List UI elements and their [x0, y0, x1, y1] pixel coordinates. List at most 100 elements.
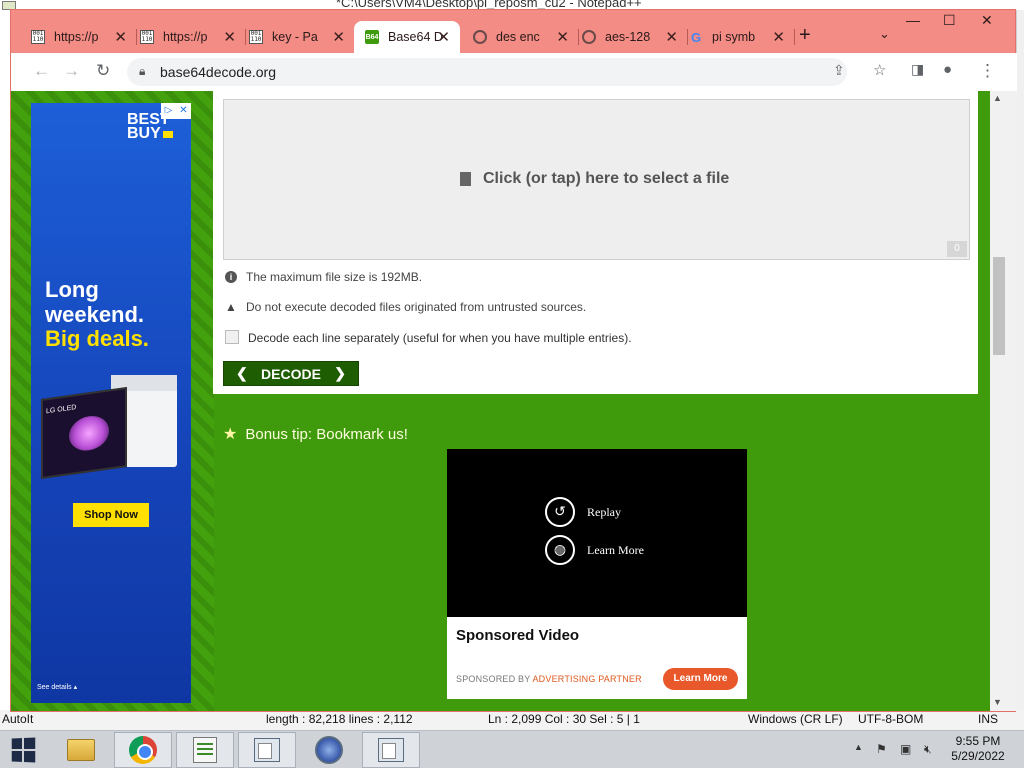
action-center-flag-icon[interactable]: ⚑ [876, 742, 887, 756]
taskbar-autoit[interactable] [300, 732, 358, 768]
globe-icon [582, 30, 596, 44]
tab-label: des enc [496, 30, 540, 44]
bestbuy-banner-ad[interactable]: ▷ ✕ BEST BUY Long weekend. Big deals. LG… [31, 103, 191, 703]
share-icon[interactable]: ⇪ [833, 62, 845, 79]
taskbar-clock[interactable]: 9:55 PM 5/29/2022 [938, 734, 1018, 764]
decode-button[interactable]: ❮ DECODE ❯ [223, 361, 359, 386]
tv-brand: LG OLED [46, 404, 77, 416]
chevron-down-icon[interactable]: ⌄ [879, 26, 890, 42]
replay-control[interactable]: ↺ Replay [545, 497, 621, 527]
bookmark-star-icon[interactable]: ☆ [873, 61, 886, 79]
bestbuy-logo: BEST BUY [127, 112, 191, 142]
bonus-tip: ★ Bonus tip: Bookmark us! [223, 425, 408, 444]
file-dropzone[interactable]: Click (or tap) here to select a file 0 [223, 99, 970, 260]
lock-icon[interactable]: 🔒︎ [139, 64, 145, 79]
dropzone-label-row[interactable]: Click (or tap) here to select a file [460, 170, 729, 188]
autoit-icon [315, 736, 343, 764]
shop-now-button[interactable]: Shop Now [73, 503, 149, 527]
notepad-icon [378, 738, 404, 762]
doc-icon: 001 110 [249, 30, 263, 44]
side-panel-icon[interactable]: ◨ [911, 61, 924, 78]
file-count-badge: 0 [947, 241, 967, 257]
taskbar-notepad-1[interactable] [238, 732, 296, 768]
close-tab-icon[interactable]: ✕ [772, 28, 785, 46]
chevron-right-icon: ❯ [334, 365, 346, 381]
maximize-button[interactable]: ☐ [943, 12, 956, 29]
ad-headline-2: weekend. [45, 302, 145, 327]
page-viewport: ▷ ✕ BEST BUY Long weekend. Big deals. LG… [11, 91, 1017, 711]
notepad-icon [254, 738, 280, 762]
close-tab-icon[interactable]: ✕ [556, 28, 569, 46]
learn-more-button[interactable]: Learn More [663, 668, 738, 690]
chrome-icon [129, 736, 157, 764]
tab-https-1[interactable]: 001 110 https://p ✕ [31, 21, 137, 53]
scrollbar-thumb[interactable] [993, 257, 1005, 355]
browser-toolbar: ← → ↻ 🔒︎ base64decode.org ⇪ ☆ ◨ ● ⋮ [11, 53, 1017, 91]
partner-name[interactable]: ADVERTISING PARTNER [532, 674, 641, 684]
status-insert-mode: INS [978, 712, 999, 726]
network-icon[interactable]: ▣ [900, 742, 911, 756]
menu-kebab-icon[interactable]: ⋮ [979, 61, 996, 81]
close-tab-icon[interactable]: ✕ [223, 28, 236, 46]
learn-more-control[interactable]: ◍ Learn More [545, 535, 644, 565]
tab-https-2[interactable]: 001 110 https://p ✕ [140, 21, 246, 53]
scroll-down-icon[interactable]: ▼ [993, 697, 1002, 707]
see-details-link[interactable]: See details ▴ [37, 683, 77, 691]
tab-aes[interactable]: aes-128 ✕ [582, 21, 688, 53]
tab-base64-active[interactable]: B64 Base64 D ✕ [354, 21, 460, 53]
back-arrow-icon[interactable]: ← [33, 61, 50, 81]
decode-form-panel: Click (or tap) here to select a file 0 i… [213, 91, 978, 394]
tab-des[interactable]: des enc ✕ [473, 21, 579, 53]
close-window-button[interactable]: ✕ [981, 12, 993, 29]
tab-separator [687, 29, 688, 45]
tab-label: https://p [163, 30, 208, 44]
close-tab-icon[interactable]: ✕ [332, 28, 345, 46]
page-scrollbar[interactable]: ▲ ▼ [990, 91, 1017, 711]
tab-key[interactable]: 001 110 key - Pa ✕ [249, 21, 355, 53]
globe-icon [473, 30, 487, 44]
taskbar-file-explorer[interactable] [52, 732, 110, 768]
notepad-scrollbar[interactable] [1016, 10, 1024, 710]
tab-label: Base64 D [388, 30, 443, 44]
clock-time: 9:55 PM [955, 734, 1001, 748]
video-screen[interactable]: ↺ Replay ◍ Learn More [447, 449, 747, 617]
close-tab-icon[interactable]: ✕ [437, 28, 450, 46]
info-icon: i [225, 271, 237, 283]
forward-arrow-icon[interactable]: → [63, 61, 80, 81]
close-tab-icon[interactable]: ✕ [114, 28, 127, 46]
scroll-up-icon[interactable]: ▲ [993, 93, 1002, 103]
taskbar-notepad-2[interactable] [362, 732, 420, 768]
tab-separator [136, 29, 137, 45]
taskbar-notepad-plus[interactable] [176, 732, 234, 768]
minimize-button[interactable]: — [906, 12, 920, 28]
tab-strip: 001 110 https://p ✕ 001 110 https://p ✕ 00… [11, 10, 1017, 54]
url-text[interactable]: base64decode.org [160, 64, 276, 80]
chevron-left-icon: ❮ [236, 365, 248, 381]
replay-icon[interactable]: ↺ [545, 497, 575, 527]
volume-muted-icon[interactable]: 🔇︎ [924, 742, 932, 757]
close-tab-icon[interactable]: ✕ [665, 28, 678, 46]
max-size-note: i The maximum file size is 192MB. [225, 270, 422, 284]
clock-date: 5/29/2022 [951, 749, 1005, 763]
decode-each-line-checkbox[interactable] [225, 330, 239, 344]
untrusted-warning-note: ▲ Do not execute decoded files originate… [225, 300, 587, 314]
globe-icon[interactable]: ◍ [545, 535, 575, 565]
address-bar[interactable]: 🔒︎ base64decode.org ⇪ [127, 58, 847, 86]
windows-logo-icon [11, 737, 36, 763]
tray-chevron-up-icon[interactable]: ▲ [854, 742, 863, 752]
profile-avatar-icon[interactable]: ● [943, 61, 952, 78]
decode-each-line-label[interactable]: Decode each line separately (useful for … [248, 331, 632, 345]
tab-pi-symbol[interactable]: G pi symb ✕ [689, 21, 795, 53]
status-language: AutoIt [2, 712, 34, 726]
dropzone-label[interactable]: Click (or tap) here to select a file [483, 170, 729, 188]
warning-icon: ▲ [225, 300, 237, 314]
sponsored-video-ad[interactable]: ↺ Replay ◍ Learn More Sponsored Video SP… [447, 449, 747, 699]
base64-icon: B64 [365, 30, 379, 44]
reload-icon[interactable]: ↻ [96, 61, 110, 81]
new-tab-button[interactable]: + [799, 24, 811, 47]
taskbar-chrome[interactable] [114, 732, 172, 768]
ad-headline-1: Long [45, 277, 99, 302]
file-icon [460, 172, 471, 186]
start-button[interactable] [0, 732, 46, 768]
file-explorer-icon [67, 739, 95, 761]
